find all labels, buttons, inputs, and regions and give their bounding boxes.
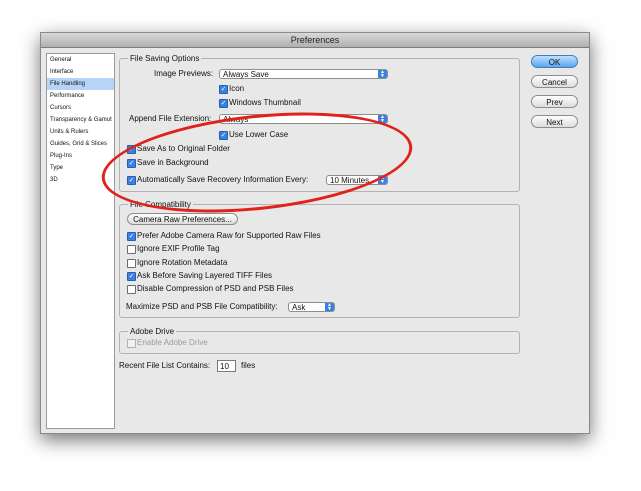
sidebar-item-file-handling[interactable]: File Handling (47, 78, 114, 90)
enable-adobe-drive-label: Enable Adobe Drive (137, 338, 208, 347)
ignore-rotation-label: Ignore Rotation Metadata (137, 258, 228, 267)
sidebar-item-units-rulers[interactable]: Units & Rulers (47, 126, 114, 138)
sidebar-item-transparency-gamut[interactable]: Transparency & Gamut (47, 114, 114, 126)
prefer-camera-raw-checkbox[interactable]: ✓ (127, 232, 136, 241)
image-previews-label: Image Previews: (154, 69, 214, 78)
preferences-dialog: Preferences General Interface File Handl… (40, 32, 590, 434)
sidebar-item-performance[interactable]: Performance (47, 90, 114, 102)
adobe-drive-title: Adobe Drive (128, 326, 177, 337)
maximize-compatibility-label: Maximize PSD and PSB File Compatibility: (126, 302, 278, 311)
enable-adobe-drive-checkbox[interactable] (127, 339, 136, 348)
disable-compression-checkbox[interactable] (127, 285, 136, 294)
recent-file-list-label: Recent File List Contains: (119, 361, 211, 370)
icon-checkbox[interactable]: ✓ (219, 85, 228, 94)
camera-raw-preferences-button[interactable]: Camera Raw Preferences... (127, 213, 238, 225)
icon-label: Icon (229, 84, 245, 93)
checkmark-icon: ✓ (220, 100, 227, 107)
ignore-exif-label: Ignore EXIF Profile Tag (137, 244, 220, 253)
disable-compression-label: Disable Compression of PSD and PSB Files (137, 284, 294, 293)
sidebar-item-plug-ins[interactable]: Plug-Ins (47, 150, 114, 162)
sidebar-item-cursors[interactable]: Cursors (47, 102, 114, 114)
prev-button[interactable]: Prev (531, 95, 578, 108)
next-button[interactable]: Next (531, 115, 578, 128)
file-saving-options-title: File Saving Options (128, 53, 202, 64)
windows-thumbnail-label: Windows Thumbnail (229, 98, 301, 107)
ask-layered-tiff-label: Ask Before Saving Layered TIFF Files (137, 271, 273, 280)
ok-button[interactable]: OK (531, 55, 578, 68)
checkmark-icon: ✓ (220, 86, 227, 93)
windows-thumbnail-checkbox[interactable]: ✓ (219, 99, 228, 108)
ignore-exif-checkbox[interactable] (127, 245, 136, 254)
ignore-rotation-checkbox[interactable] (127, 259, 136, 268)
image-previews-value: Always Save (223, 70, 269, 79)
checkmark-icon: ✓ (128, 233, 135, 240)
sidebar-item-general[interactable]: General (47, 54, 114, 66)
ask-layered-tiff-checkbox[interactable]: ✓ (127, 272, 136, 281)
sidebar-item-guides-grid-slices[interactable]: Guides, Grid & Slices (47, 138, 114, 150)
popup-arrows-icon: ▲ ▼ (325, 303, 334, 312)
sidebar-item-interface[interactable]: Interface (47, 66, 114, 78)
recent-file-suffix: files (241, 361, 256, 370)
popup-arrows-icon: ▲ ▼ (378, 70, 387, 79)
recent-file-count-input[interactable]: 10 (217, 360, 236, 372)
maximize-compatibility-select[interactable]: Ask ▲ ▼ (288, 302, 335, 312)
preferences-sidebar: General Interface File Handling Performa… (46, 53, 115, 429)
checkmark-icon: ✓ (128, 273, 135, 280)
window-title: Preferences (41, 33, 589, 48)
prefer-camera-raw-label: Prefer Adobe Camera Raw for Supported Ra… (137, 231, 321, 240)
maximize-compatibility-value: Ask (292, 303, 306, 312)
cancel-button[interactable]: Cancel (531, 75, 578, 88)
image-previews-select[interactable]: Always Save ▲ ▼ (219, 69, 388, 79)
